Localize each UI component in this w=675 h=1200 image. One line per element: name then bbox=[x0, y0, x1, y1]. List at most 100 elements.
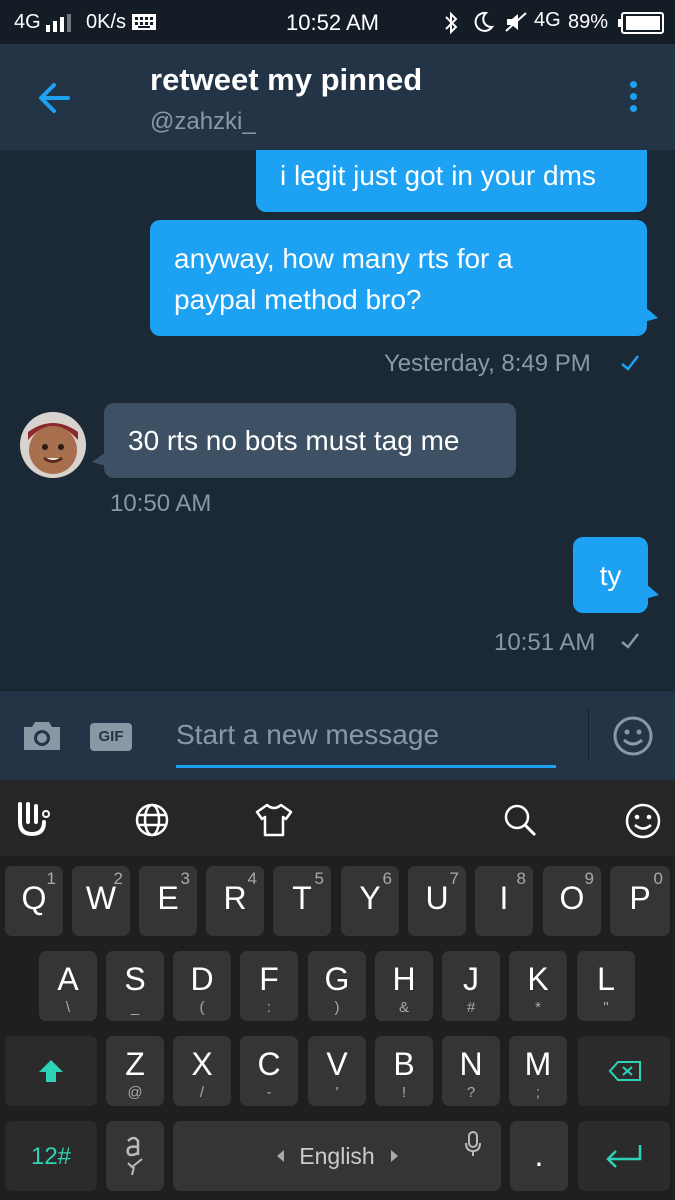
handwriting-key[interactable] bbox=[106, 1121, 164, 1191]
key-p[interactable]: 0P bbox=[610, 866, 670, 936]
key-y[interactable]: 6Y bbox=[341, 866, 399, 936]
key-label: J bbox=[463, 961, 479, 997]
key-label: H bbox=[392, 961, 416, 997]
key-label: L bbox=[597, 961, 615, 997]
bubble-tail bbox=[644, 306, 658, 322]
key-secondary: * bbox=[535, 999, 541, 1016]
key-secondary: \ bbox=[65, 999, 71, 1016]
key-o[interactable]: 9O bbox=[543, 866, 601, 936]
message-input[interactable]: Start a new message bbox=[176, 707, 556, 768]
emoji-keyboard-icon[interactable] bbox=[624, 802, 662, 840]
key-w[interactable]: 2W bbox=[72, 866, 130, 936]
theme-shirt-icon[interactable] bbox=[254, 802, 294, 838]
signal-icon bbox=[46, 14, 71, 32]
symbols-key[interactable]: 12# bbox=[5, 1121, 97, 1191]
key-label: A bbox=[57, 961, 79, 997]
conversation-title: retweet my pinned bbox=[150, 62, 423, 97]
keyboard-status-icon bbox=[132, 14, 156, 30]
bluetooth-icon bbox=[445, 11, 458, 35]
microphone-icon bbox=[465, 1131, 481, 1156]
key-secondary: - bbox=[266, 1084, 272, 1101]
touchpal-icon[interactable] bbox=[14, 800, 52, 838]
camera-icon[interactable] bbox=[20, 719, 64, 753]
key-h[interactable]: H & bbox=[375, 951, 433, 1021]
key-secondary: # bbox=[466, 999, 476, 1016]
key-label: G bbox=[324, 961, 350, 997]
network-type: 4G bbox=[14, 11, 41, 33]
key-g[interactable]: G) bbox=[308, 951, 366, 1021]
message-text: paypal method bro? bbox=[174, 284, 422, 315]
gif-button[interactable]: GIF bbox=[90, 723, 132, 751]
key-label: D bbox=[190, 961, 214, 997]
space-key[interactable]: English bbox=[173, 1121, 501, 1191]
emoji-icon[interactable] bbox=[612, 715, 654, 757]
key-k[interactable]: K * bbox=[509, 951, 567, 1021]
enter-key[interactable] bbox=[578, 1121, 670, 1191]
key-e[interactable]: 3E bbox=[139, 866, 197, 936]
moon-icon bbox=[474, 11, 494, 32]
period-key[interactable]: . bbox=[510, 1121, 568, 1191]
key-label: X bbox=[191, 1046, 213, 1082]
clock: 10:52 AM bbox=[286, 10, 379, 35]
key-m[interactable]: M; bbox=[509, 1036, 567, 1106]
key-a[interactable]: A \ bbox=[39, 951, 97, 1021]
message-text: 30 rts no bots must tag me bbox=[128, 425, 460, 456]
backspace-key[interactable] bbox=[578, 1036, 670, 1106]
key-v[interactable]: V ' bbox=[308, 1036, 366, 1106]
key-label: W bbox=[85, 880, 117, 916]
message-bubble-sent[interactable]: i legit just got in your dms bbox=[256, 150, 647, 212]
key-label: Y bbox=[359, 880, 381, 916]
key-label: M bbox=[524, 1046, 552, 1082]
key-label: I bbox=[499, 880, 509, 916]
key-f[interactable]: F: bbox=[240, 951, 298, 1021]
key-b[interactable]: B! bbox=[375, 1036, 433, 1106]
message-timestamp: Yesterday, 8:49 PM bbox=[384, 350, 591, 377]
data-speed: 0K/s bbox=[86, 11, 127, 33]
message-thread: i legit just got in your dms anyway, how… bbox=[0, 150, 675, 690]
key-j[interactable]: J # bbox=[442, 951, 500, 1021]
key-label: N bbox=[459, 1046, 483, 1082]
key-secondary: ( bbox=[199, 999, 205, 1016]
message-input-placeholder: Start a new message bbox=[176, 719, 440, 750]
space-language-label: English bbox=[299, 1143, 375, 1169]
message-text: anyway, how many rts for a bbox=[174, 243, 513, 274]
key-q[interactable]: 1Q bbox=[5, 866, 63, 936]
bubble-tail bbox=[645, 583, 659, 599]
key-x[interactable]: X / bbox=[173, 1036, 231, 1106]
key-i[interactable]: 8I bbox=[475, 866, 533, 936]
key-z[interactable]: Z @ bbox=[106, 1036, 164, 1106]
key-secondary: " bbox=[603, 999, 609, 1016]
key-n[interactable]: N? bbox=[442, 1036, 500, 1106]
conversation-header: retweet my pinned @zahzki_ bbox=[0, 44, 675, 150]
battery-percent: 89% bbox=[568, 11, 609, 33]
muted-icon bbox=[505, 12, 527, 32]
key-secondary: / bbox=[199, 1084, 205, 1101]
key-secondary: ! bbox=[401, 1084, 407, 1101]
key-s[interactable]: S _ bbox=[106, 951, 164, 1021]
message-bubble-received[interactable]: 30 rts no bots must tag me bbox=[104, 403, 516, 478]
battery-icon bbox=[618, 12, 664, 34]
enter-arrow-icon bbox=[606, 1145, 642, 1168]
back-arrow-icon[interactable] bbox=[30, 74, 78, 122]
globe-icon[interactable] bbox=[134, 802, 170, 838]
chevron-right-icon bbox=[391, 1150, 398, 1162]
key-label: F bbox=[259, 961, 279, 997]
key-c[interactable]: C- bbox=[240, 1036, 298, 1106]
handwriting-icon bbox=[126, 1136, 143, 1176]
key-label: T bbox=[292, 880, 312, 916]
message-bubble-sent[interactable]: anyway, how many rts for a paypal method… bbox=[150, 220, 647, 336]
key-l[interactable]: L " bbox=[577, 951, 635, 1021]
key-t[interactable]: 5T bbox=[273, 866, 331, 936]
key-label: Z bbox=[125, 1046, 145, 1082]
message-bubble-sent[interactable]: ty bbox=[573, 537, 648, 613]
sent-check-icon bbox=[621, 633, 639, 649]
shift-arrow-icon bbox=[39, 1060, 63, 1082]
key-secondary: _ bbox=[130, 999, 140, 1016]
shift-key[interactable] bbox=[5, 1036, 97, 1106]
key-r[interactable]: 4R bbox=[206, 866, 264, 936]
key-u[interactable]: 7U bbox=[408, 866, 466, 936]
more-options-icon[interactable] bbox=[624, 81, 642, 115]
avatar[interactable] bbox=[20, 412, 86, 478]
key-d[interactable]: D( bbox=[173, 951, 231, 1021]
search-icon[interactable] bbox=[502, 802, 538, 838]
